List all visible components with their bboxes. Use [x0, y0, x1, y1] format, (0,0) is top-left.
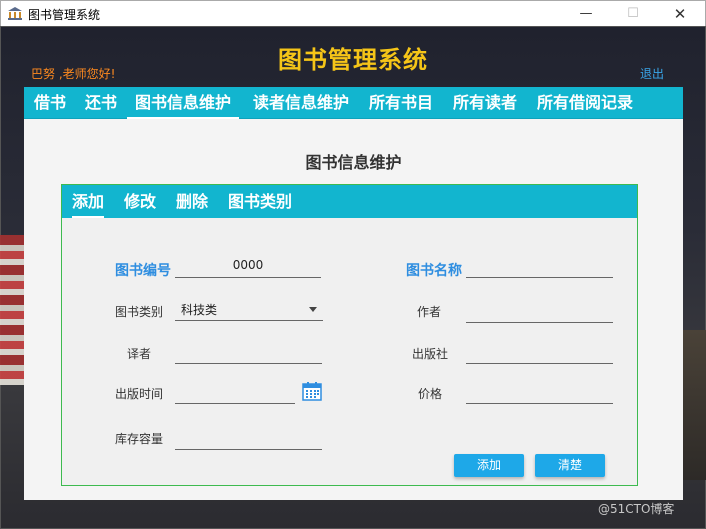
book-id-field[interactable]: 0000 — [175, 254, 321, 278]
nav-all-books[interactable]: 所有书目 — [369, 87, 433, 119]
minimize-button[interactable]: — — [563, 1, 609, 27]
translator-label: 译者 — [127, 347, 152, 361]
book-id-label: 图书编号 — [115, 263, 171, 279]
background-decoration-right — [682, 330, 706, 480]
tab-add[interactable]: 添加 — [72, 185, 105, 218]
category-select[interactable]: 科技类 — [175, 297, 323, 321]
translator-field[interactable] — [175, 340, 322, 364]
nav-all-readers[interactable]: 所有读者 — [453, 87, 517, 119]
window-titlebar: 图书管理系统 — ☐ ✕ — [0, 0, 706, 26]
nav-return[interactable]: 还书 — [85, 87, 117, 119]
author-label: 作者 — [417, 305, 442, 319]
tab-book-category[interactable]: 图书类别 — [228, 185, 292, 218]
window-title: 图书管理系统 — [28, 8, 101, 22]
category-label: 图书类别 — [115, 305, 164, 319]
logout-link[interactable]: 退出 — [640, 65, 664, 82]
stock-field[interactable] — [175, 426, 322, 450]
clear-button[interactable]: 清楚 — [535, 454, 605, 477]
tab-bar: 添加 修改 删除 图书类别 — [62, 185, 637, 218]
book-name-field[interactable] — [466, 254, 613, 278]
calendar-icon[interactable] — [302, 381, 322, 401]
pubdate-label: 出版时间 — [115, 387, 164, 401]
publisher-label: 出版社 — [412, 347, 449, 361]
category-selected-value: 科技类 — [181, 303, 218, 317]
library-icon — [8, 7, 22, 20]
nav-borrow[interactable]: 借书 — [34, 87, 66, 119]
main-nav: 借书 还书 图书信息维护 读者信息维护 所有书目 所有读者 所有借阅记录 — [24, 87, 683, 119]
content-panel: 图书信息维护 添加 修改 删除 图书类别 图书编号 0000 图书名称 图书类别… — [24, 119, 683, 500]
stock-label: 库存容量 — [115, 432, 164, 446]
user-greeting: 巴努 ,老师您好! — [31, 67, 116, 81]
watermark: @51CTO博客 — [598, 502, 675, 516]
author-field[interactable] — [466, 299, 613, 323]
close-button[interactable]: ✕ — [657, 1, 703, 27]
book-name-label: 图书名称 — [406, 263, 462, 279]
background-books-decoration — [0, 235, 24, 385]
price-field[interactable] — [466, 380, 613, 404]
nav-book-maintenance[interactable]: 图书信息维护 — [127, 87, 240, 119]
price-label: 价格 — [418, 387, 443, 401]
maximize-button[interactable]: ☐ — [610, 1, 656, 27]
pubdate-field[interactable] — [175, 380, 295, 404]
tab-delete[interactable]: 删除 — [176, 185, 208, 218]
tab-container: 添加 修改 删除 图书类别 图书编号 0000 图书名称 图书类别 科技类 作者… — [61, 184, 638, 486]
nav-all-borrow-records[interactable]: 所有借阅记录 — [537, 87, 633, 119]
page-title: 图书信息维护 — [305, 153, 402, 172]
add-button[interactable]: 添加 — [454, 454, 524, 477]
tab-edit[interactable]: 修改 — [124, 185, 156, 218]
publisher-field[interactable] — [466, 340, 613, 364]
chevron-down-icon — [309, 307, 317, 312]
book-id-value: 0000 — [232, 258, 264, 272]
nav-reader-maintenance[interactable]: 读者信息维护 — [253, 87, 349, 119]
